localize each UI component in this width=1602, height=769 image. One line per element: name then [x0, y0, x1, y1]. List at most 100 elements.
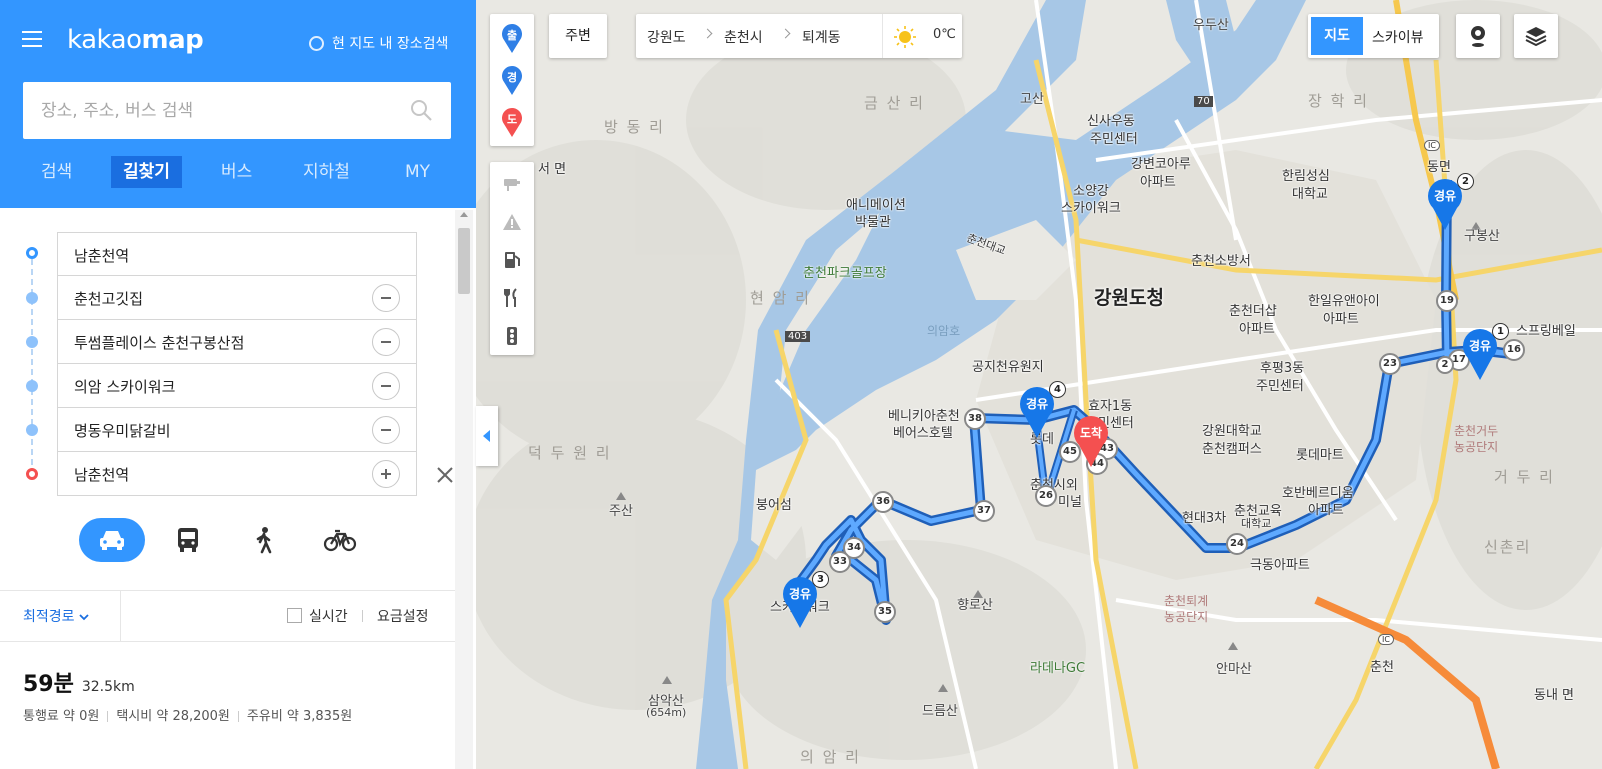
waypoint-via-3[interactable]: 의암 스카이워크 — [57, 364, 417, 408]
waypoint-label: 춘천고깃집 — [74, 290, 144, 308]
tab-directions[interactable]: 길찾기 — [111, 156, 182, 188]
route-type-dropdown[interactable]: 최적경로 — [23, 606, 89, 626]
breadcrumb-province[interactable]: 강원도 — [647, 27, 686, 47]
marker-badge: 1 — [1492, 323, 1509, 340]
chevron-down-icon — [79, 614, 89, 621]
route-node: 33 — [829, 551, 851, 573]
car-icon — [100, 531, 124, 550]
via-pin-label: 경 — [506, 71, 518, 84]
main-tabs: 검색 길찾기 버스 지하철 MY — [0, 152, 476, 192]
waypoint-end[interactable]: 남춘천역 — [57, 452, 417, 496]
layer-tools — [490, 162, 534, 355]
fee-setting-button[interactable]: 요금설정 — [377, 606, 429, 626]
area-search-toggle[interactable]: 현 지도 내 장소검색 — [309, 33, 448, 53]
roadview-button[interactable] — [1456, 14, 1500, 58]
traffic-light-layer-button[interactable] — [490, 316, 534, 356]
fuel-layer-button[interactable] — [490, 240, 534, 280]
destination-marker[interactable]: 도착 — [1071, 415, 1111, 467]
mode-bike-button[interactable] — [307, 518, 373, 562]
bike-icon — [323, 529, 357, 552]
via-marker-3[interactable]: 경유 3 — [780, 571, 829, 628]
route-node: 24 — [1226, 533, 1248, 555]
chevron-right-icon — [780, 28, 791, 39]
search-icon[interactable] — [409, 98, 433, 122]
destination-pin-icon — [1074, 415, 1108, 467]
add-waypoint-icon[interactable] — [372, 460, 400, 488]
via-marker-2[interactable]: 경유 2 — [1425, 173, 1474, 230]
waypoint-label: 의암 스카이워크 — [74, 378, 176, 396]
remove-waypoint-icon[interactable] — [372, 284, 400, 312]
remove-waypoint-icon[interactable] — [372, 372, 400, 400]
view-map-button[interactable]: 지도 — [1311, 17, 1363, 55]
nearby-button[interactable]: 주변 — [549, 14, 607, 58]
waypoint-via-2[interactable]: 투썸플레이스 춘천구봉산점 — [57, 320, 417, 364]
layers-button[interactable] — [1514, 14, 1558, 58]
set-via-button[interactable]: 경 — [490, 60, 534, 100]
waypoint-label: 명동우미닭갈비 — [74, 422, 171, 440]
fuel-cost: 주유비 약 3,835원 — [246, 709, 353, 724]
via-marker-1[interactable]: 경유 1 — [1460, 323, 1509, 380]
map-canvas[interactable]: 우두산 장 학 리 금 산 리 고산 신사우동 주민센터 방 동 리 서 면 강… — [476, 0, 1602, 769]
restaurant-layer-button[interactable] — [490, 278, 534, 318]
tab-my[interactable]: MY — [405, 156, 430, 188]
divider — [362, 610, 363, 622]
mode-car-button[interactable] — [79, 518, 145, 562]
sidebar-collapse-button[interactable] — [476, 406, 498, 466]
search-box — [23, 82, 451, 139]
marker-badge: 4 — [1049, 381, 1066, 398]
waypoint-label: 남춘천역 — [74, 466, 130, 484]
breadcrumb-city[interactable]: 춘천시 — [724, 27, 763, 47]
end-pin-label: 도 — [506, 113, 518, 126]
clear-route-icon[interactable] — [436, 466, 454, 484]
waypoint-start[interactable]: 남춘천역 — [57, 232, 417, 276]
via-dot-icon — [26, 380, 38, 392]
menu-icon[interactable] — [22, 31, 42, 47]
tab-subway[interactable]: 지하철 — [303, 156, 350, 188]
marker-badge: 2 — [1457, 173, 1474, 190]
realtime-label[interactable]: 실시간 — [309, 606, 348, 626]
route-options-bar: 최적경로 실시간 요금설정 — [0, 590, 455, 642]
waypoint-via-4[interactable]: 명동우미닭갈비 — [57, 408, 417, 452]
scroll-up-arrow-icon[interactable] — [460, 212, 468, 217]
route-node: 26 — [1035, 485, 1057, 507]
mode-bus-button[interactable] — [155, 518, 221, 562]
sidebar: kakaomap 현 지도 내 장소검색 검색 길찾기 버스 지하철 MY 남 — [0, 0, 476, 769]
route-distance: 32.5km — [81, 679, 135, 695]
tab-bus[interactable]: 버스 — [221, 156, 252, 188]
region-breadcrumb: 강원도 춘천시 퇴계동 0℃ — [636, 14, 962, 58]
route-costs: 통행료 약 0원 택시비 약 28,200원 주유비 약 3,835원 — [23, 705, 352, 724]
mode-walk-button[interactable] — [231, 518, 297, 562]
waypoint-via-1[interactable]: 춘천고깃집 — [57, 276, 417, 320]
kakaomap-logo[interactable]: kakaomap — [67, 25, 204, 55]
traffic-light-icon — [507, 327, 517, 345]
via-dot-icon — [26, 336, 38, 348]
marker-label: 도착 — [1079, 426, 1103, 440]
remove-waypoint-icon[interactable] — [372, 328, 400, 356]
set-start-button[interactable]: 출 — [490, 18, 534, 58]
waypoint-label: 투썸플레이스 춘천구봉산점 — [74, 334, 245, 352]
view-skyview-button[interactable]: 스카이뷰 — [1372, 27, 1424, 47]
divider — [120, 591, 121, 641]
set-end-button[interactable]: 도 — [490, 102, 534, 142]
route-node: 36 — [872, 491, 894, 513]
route-duration: 59분 — [23, 672, 74, 697]
realtime-checkbox[interactable] — [287, 608, 302, 623]
waypoint-label: 남춘천역 — [74, 247, 130, 265]
remove-waypoint-icon[interactable] — [372, 416, 400, 444]
route-node: 23 — [1379, 353, 1401, 375]
route-node: 37 — [973, 500, 995, 522]
breadcrumb-dong[interactable]: 퇴계동 — [802, 27, 841, 47]
search-input[interactable] — [41, 82, 401, 139]
incident-layer-button[interactable] — [490, 202, 534, 242]
end-dot-icon — [26, 468, 38, 480]
waypoint-list: 남춘천역 춘천고깃집 투썸플레이스 춘천구봉산점 의암 스카이워크 명동우미닭갈… — [57, 232, 417, 496]
sidebar-scrollbar-thumb[interactable] — [458, 228, 470, 294]
via-marker-4[interactable]: 경유 4 — [1017, 381, 1066, 438]
marker-label: 경유 — [1025, 397, 1049, 411]
route-point-tools: 출 경 도 — [490, 14, 534, 146]
marker-label: 경유 — [1433, 189, 1457, 203]
cctv-icon — [504, 179, 520, 191]
tab-search[interactable]: 검색 — [41, 156, 72, 188]
cctv-layer-button[interactable] — [490, 164, 534, 204]
route-node: 16 — [1503, 339, 1525, 361]
